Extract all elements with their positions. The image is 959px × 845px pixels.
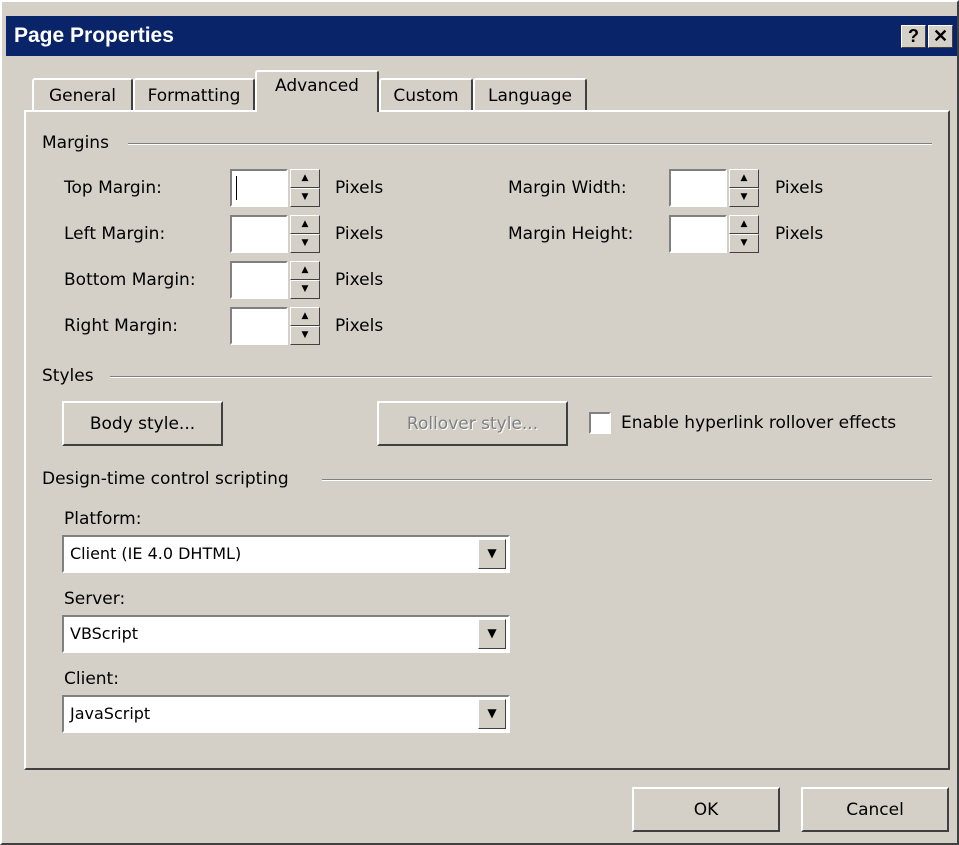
margins-divider [128, 143, 932, 145]
top-margin-input[interactable] [230, 169, 288, 207]
left-margin-label: Left Margin: [64, 224, 166, 244]
spin-up-button[interactable]: ▲ [290, 307, 320, 326]
spin-up-button[interactable]: ▲ [729, 169, 759, 188]
spin-down-button[interactable]: ▼ [729, 188, 759, 207]
tab-general[interactable]: General [32, 78, 133, 112]
question-mark-icon: ? [908, 26, 919, 46]
window-title: Page Properties [14, 24, 174, 47]
spin-down-button[interactable]: ▼ [290, 188, 320, 207]
margin-width-spinner[interactable]: ▲ ▼ [729, 169, 759, 207]
close-icon: ✕ [932, 26, 949, 46]
spin-down-button[interactable]: ▼ [729, 234, 759, 253]
server-select[interactable]: VBScript ▼ [62, 615, 510, 653]
title-bar[interactable]: Page Properties ? ✕ [6, 16, 957, 56]
up-arrow-icon: ▲ [301, 173, 309, 183]
active-tab-joint [257, 108, 377, 114]
down-arrow-icon: ▼ [740, 192, 748, 202]
tab-advanced[interactable]: Advanced [255, 70, 379, 112]
scripting-group-label: Design-time control scripting [42, 469, 289, 489]
margin-height-spinner[interactable]: ▲ ▼ [729, 215, 759, 253]
chevron-down-icon: ▼ [487, 706, 497, 720]
spin-up-button[interactable]: ▲ [729, 215, 759, 234]
up-arrow-icon: ▲ [301, 265, 309, 275]
rollover-style-button[interactable]: Rollover style... [377, 401, 568, 446]
tab-custom[interactable]: Custom [379, 78, 473, 112]
unit-label: Pixels [335, 316, 384, 336]
chevron-down-icon: ▼ [487, 546, 497, 560]
margin-width-label: Margin Width: [508, 178, 627, 198]
down-arrow-icon: ▼ [301, 330, 309, 340]
unit-label: Pixels [335, 178, 384, 198]
right-margin-label: Right Margin: [64, 316, 178, 336]
tab-label: Custom [393, 86, 459, 106]
server-label: Server: [64, 589, 126, 609]
left-margin-spinner[interactable]: ▲ ▼ [290, 215, 320, 253]
margin-width-input[interactable] [669, 169, 727, 207]
rollover-effects-label[interactable]: Enable hyperlink rollover effects [621, 413, 896, 433]
unit-label: Pixels [775, 224, 824, 244]
spin-down-button[interactable]: ▼ [290, 326, 320, 345]
page-properties-dialog: Page Properties ? ✕ General Formatting A… [0, 0, 959, 845]
tab-label: General [49, 86, 116, 106]
body-style-button[interactable]: Body style... [62, 401, 223, 446]
up-arrow-icon: ▲ [301, 311, 309, 321]
cancel-button[interactable]: Cancel [801, 787, 949, 832]
close-button[interactable]: ✕ [928, 25, 953, 48]
margin-height-input[interactable] [669, 215, 727, 253]
spin-up-button[interactable]: ▲ [290, 261, 320, 280]
styles-divider [110, 376, 932, 378]
up-arrow-icon: ▲ [301, 219, 309, 229]
up-arrow-icon: ▲ [740, 173, 748, 183]
spin-up-button[interactable]: ▲ [290, 169, 320, 188]
right-margin-input[interactable] [230, 307, 288, 345]
top-margin-spinner[interactable]: ▲ ▼ [290, 169, 320, 207]
tab-formatting[interactable]: Formatting [133, 78, 255, 112]
up-arrow-icon: ▲ [740, 219, 748, 229]
margins-group-label: Margins [42, 133, 109, 153]
rollover-effects-checkbox[interactable] [589, 412, 611, 434]
margin-height-label: Margin Height: [508, 224, 634, 244]
spin-down-button[interactable]: ▼ [290, 234, 320, 253]
ok-button[interactable]: OK [632, 787, 780, 832]
down-arrow-icon: ▼ [301, 284, 309, 294]
client-select[interactable]: JavaScript ▼ [62, 695, 510, 733]
tab-label: Language [488, 86, 572, 106]
spin-down-button[interactable]: ▼ [290, 280, 320, 299]
platform-label: Platform: [64, 509, 142, 529]
unit-label: Pixels [335, 224, 384, 244]
tab-label: Formatting [147, 86, 241, 106]
dropdown-button[interactable]: ▼ [478, 539, 506, 569]
platform-select[interactable]: Client (IE 4.0 DHTML) ▼ [62, 535, 510, 573]
down-arrow-icon: ▼ [301, 238, 309, 248]
down-arrow-icon: ▼ [301, 192, 309, 202]
chevron-down-icon: ▼ [487, 626, 497, 640]
unit-label: Pixels [775, 178, 824, 198]
left-margin-input[interactable] [230, 215, 288, 253]
styles-group-label: Styles [42, 366, 94, 386]
down-arrow-icon: ▼ [740, 238, 748, 248]
dropdown-button[interactable]: ▼ [478, 619, 506, 649]
spin-up-button[interactable]: ▲ [290, 215, 320, 234]
bottom-margin-input[interactable] [230, 261, 288, 299]
tab-language[interactable]: Language [473, 78, 587, 112]
dropdown-button[interactable]: ▼ [478, 699, 506, 729]
bottom-margin-label: Bottom Margin: [64, 270, 196, 290]
help-button[interactable]: ? [901, 25, 926, 48]
text-caret [236, 176, 237, 200]
unit-label: Pixels [335, 270, 384, 290]
top-margin-label: Top Margin: [64, 178, 162, 198]
scripting-divider [322, 479, 932, 481]
client-label: Client: [64, 669, 119, 689]
bottom-margin-spinner[interactable]: ▲ ▼ [290, 261, 320, 299]
tab-label: Advanced [275, 76, 359, 96]
right-margin-spinner[interactable]: ▲ ▼ [290, 307, 320, 345]
